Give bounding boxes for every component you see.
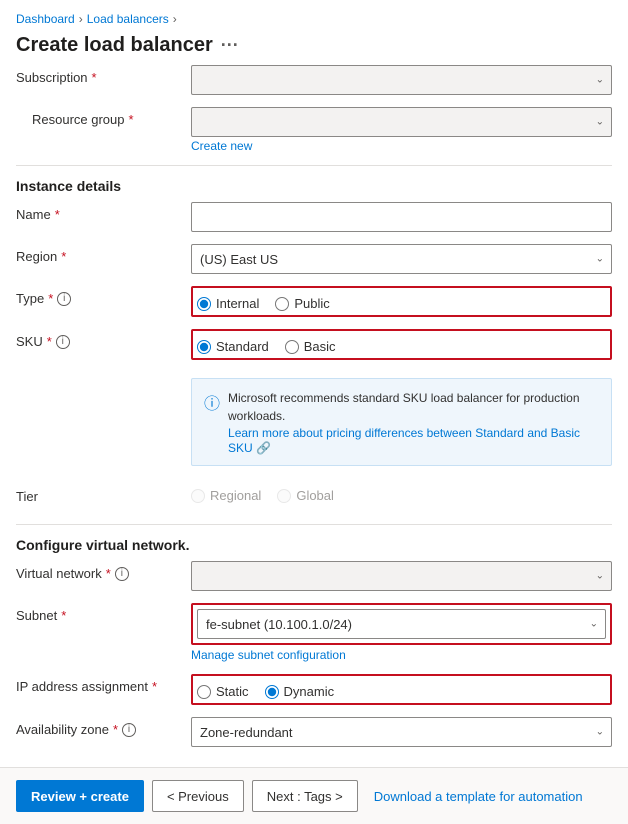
type-info-icon[interactable]: i bbox=[57, 292, 71, 306]
instance-details-header: Instance details bbox=[16, 178, 612, 194]
subnet-select[interactable]: fe-subnet (10.100.1.0/24) bbox=[197, 609, 606, 639]
subnet-label: Subnet * bbox=[16, 603, 191, 623]
availability-zone-select[interactable]: Zone-redundant bbox=[191, 717, 612, 747]
tier-regional-option: Regional bbox=[191, 488, 261, 503]
type-radio-group: Internal Public bbox=[197, 292, 606, 311]
ip-static-option[interactable]: Static bbox=[197, 684, 249, 699]
subscription-select-wrapper: ⌄ bbox=[191, 65, 612, 95]
info-box-icon: ⓘ bbox=[204, 390, 220, 414]
virtual-network-info-icon[interactable]: i bbox=[115, 567, 129, 581]
region-label: Region * bbox=[16, 244, 191, 264]
review-create-button[interactable]: Review + create bbox=[16, 780, 144, 812]
breadcrumb-dashboard[interactable]: Dashboard bbox=[16, 12, 75, 26]
ip-dynamic-option[interactable]: Dynamic bbox=[265, 684, 335, 699]
subscription-row: Subscription * ⌄ bbox=[16, 65, 612, 95]
sku-row: SKU * i Standard Basic bbox=[16, 329, 612, 360]
tier-radio-group: Regional Global bbox=[191, 484, 612, 503]
page-title-area: Create load balancer ··· bbox=[0, 30, 628, 65]
availability-zone-row: Availability zone * i Zone-redundant ⌄ bbox=[16, 717, 612, 747]
form-container: Subscription * ⌄ Resource group * ⌄ bbox=[0, 65, 628, 759]
virtual-network-select[interactable] bbox=[191, 561, 612, 591]
subscription-label: Subscription * bbox=[16, 65, 191, 85]
ip-assignment-row: IP address assignment * Static Dynamic bbox=[16, 674, 612, 705]
more-options-icon[interactable]: ··· bbox=[221, 35, 239, 56]
virtual-network-row: Virtual network * i ⌄ bbox=[16, 561, 612, 591]
virtual-network-select-wrapper: ⌄ bbox=[191, 561, 612, 591]
subscription-select[interactable] bbox=[191, 65, 612, 95]
divider-2 bbox=[16, 524, 612, 525]
info-box-row: ⓘ Microsoft recommends standard SKU load… bbox=[16, 372, 612, 472]
divider-1 bbox=[16, 165, 612, 166]
footer-bar: Review + create < Previous Next : Tags >… bbox=[0, 767, 628, 824]
automation-link[interactable]: Download a template for automation bbox=[374, 789, 583, 804]
subnet-row: Subnet * fe-subnet (10.100.1.0/24) ⌄ Man… bbox=[16, 603, 612, 662]
resource-group-select[interactable] bbox=[191, 107, 612, 137]
region-select[interactable]: (US) East US bbox=[191, 244, 612, 274]
type-row: Type * i Internal Public bbox=[16, 286, 612, 317]
manage-subnet-link[interactable]: Manage subnet configuration bbox=[191, 648, 612, 662]
type-highlight-box: Internal Public bbox=[191, 286, 612, 317]
tier-row: Tier Regional Global bbox=[16, 484, 612, 512]
page-title: Create load balancer bbox=[16, 34, 213, 57]
name-row: Name * bbox=[16, 202, 612, 232]
name-label: Name * bbox=[16, 202, 191, 222]
region-row: Region * (US) East US ⌄ bbox=[16, 244, 612, 274]
availability-zone-label: Availability zone * i bbox=[16, 717, 191, 737]
info-box-text: Microsoft recommends standard SKU load b… bbox=[228, 391, 580, 423]
availability-zone-info-icon[interactable]: i bbox=[122, 723, 136, 737]
sku-basic-option[interactable]: Basic bbox=[285, 339, 336, 354]
resource-group-label: Resource group * bbox=[16, 107, 191, 127]
breadcrumb-load-balancers[interactable]: Load balancers bbox=[87, 12, 169, 26]
sku-info-icon[interactable]: i bbox=[56, 335, 70, 349]
previous-button[interactable]: < Previous bbox=[152, 780, 244, 812]
resource-group-select-wrapper: ⌄ bbox=[191, 107, 612, 137]
sku-radio-group: Standard Basic bbox=[197, 335, 606, 354]
subnet-select-wrapper: fe-subnet (10.100.1.0/24) ⌄ bbox=[197, 609, 606, 639]
availability-zone-select-wrapper: Zone-redundant ⌄ bbox=[191, 717, 612, 747]
tier-label: Tier bbox=[16, 484, 191, 504]
region-select-wrapper: (US) East US ⌄ bbox=[191, 244, 612, 274]
subnet-highlight-box: fe-subnet (10.100.1.0/24) ⌄ bbox=[191, 603, 612, 645]
name-input[interactable] bbox=[191, 202, 612, 232]
next-button[interactable]: Next : Tags > bbox=[252, 780, 358, 812]
resource-group-row: Resource group * ⌄ Create new bbox=[16, 107, 612, 153]
ip-assignment-radio-group: Static Dynamic bbox=[197, 680, 606, 699]
create-new-link[interactable]: Create new bbox=[191, 139, 612, 153]
virtual-network-label: Virtual network * i bbox=[16, 561, 191, 581]
breadcrumb: Dashboard › Load balancers › bbox=[0, 0, 628, 30]
info-box-link[interactable]: Learn more about pricing differences bet… bbox=[228, 426, 580, 455]
sku-highlight-box: Standard Basic bbox=[191, 329, 612, 360]
sku-label: SKU * i bbox=[16, 329, 191, 349]
type-internal-option[interactable]: Internal bbox=[197, 296, 259, 311]
ip-assignment-highlight-box: Static Dynamic bbox=[191, 674, 612, 705]
type-public-option[interactable]: Public bbox=[275, 296, 329, 311]
info-box: ⓘ Microsoft recommends standard SKU load… bbox=[191, 378, 612, 466]
configure-vnet-header: Configure virtual network. bbox=[16, 537, 612, 553]
tier-global-option: Global bbox=[277, 488, 334, 503]
ip-assignment-label: IP address assignment * bbox=[16, 674, 191, 694]
type-label: Type * i bbox=[16, 286, 191, 306]
sku-standard-option[interactable]: Standard bbox=[197, 339, 269, 354]
